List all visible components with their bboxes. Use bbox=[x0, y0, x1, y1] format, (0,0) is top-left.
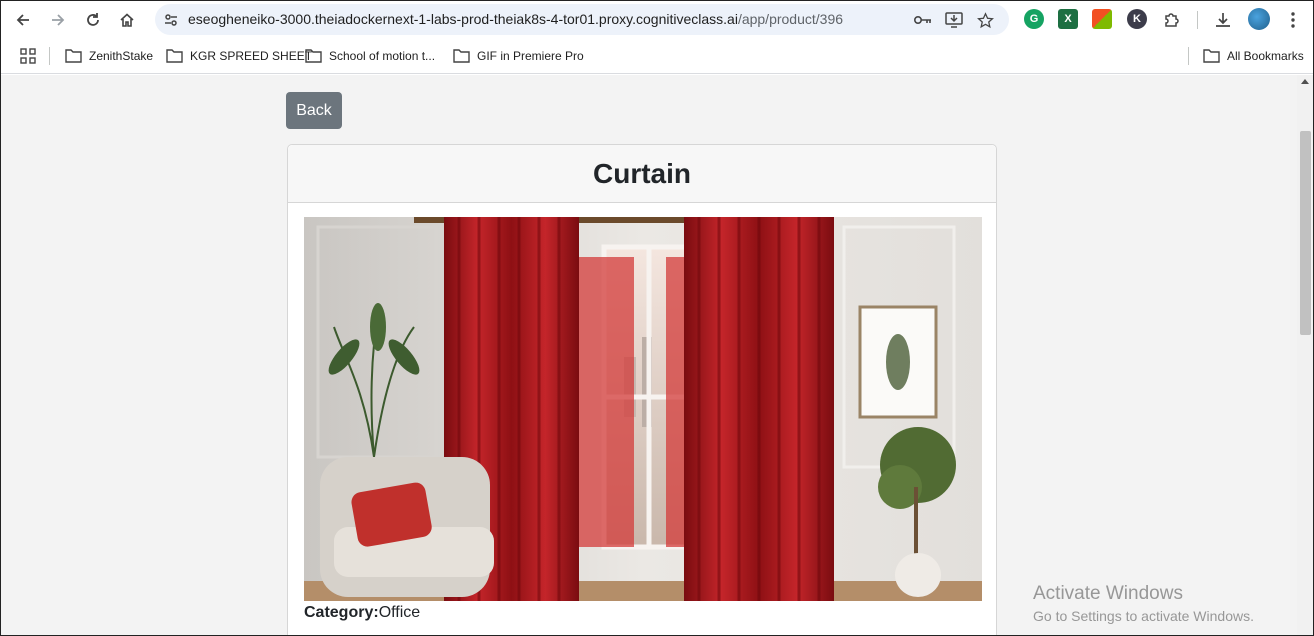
address-bar[interactable]: eseogheneiko-3000.theiadockernext-1-labs… bbox=[155, 4, 1009, 35]
download-icon[interactable] bbox=[1211, 8, 1235, 32]
card-header: Curtain bbox=[288, 145, 996, 203]
bookmark-zenithstake[interactable]: ZenithStake bbox=[65, 47, 153, 65]
folder-icon bbox=[1203, 49, 1220, 63]
bookmarks-bar: ZenithStake KGR SPREED SHEET School of m… bbox=[1, 38, 1313, 74]
folder-icon bbox=[305, 49, 322, 63]
product-category: Category:Office bbox=[304, 604, 420, 622]
spreadsheet-extension-icon[interactable]: X bbox=[1058, 9, 1078, 29]
windows-activation-watermark: Activate Windows Go to Settings to activ… bbox=[1033, 583, 1254, 624]
folder-icon bbox=[65, 49, 82, 63]
scroll-up-arrow-icon[interactable] bbox=[1301, 79, 1309, 84]
bookmark-star-icon[interactable] bbox=[973, 8, 997, 32]
vertical-scrollbar[interactable] bbox=[1297, 75, 1313, 635]
install-app-icon[interactable] bbox=[942, 8, 966, 32]
bookmark-kgr-spreed-sheet[interactable]: KGR SPREED SHEET bbox=[166, 47, 312, 65]
back-arrow-icon[interactable] bbox=[11, 8, 35, 32]
scroll-thumb[interactable] bbox=[1300, 131, 1311, 335]
extensions-puzzle-icon[interactable] bbox=[1160, 8, 1184, 32]
page-content: Back Curtain Category:Office Activate Wi… bbox=[1, 75, 1299, 635]
browser-toolbar: eseogheneiko-3000.theiadockernext-1-labs… bbox=[1, 1, 1313, 38]
category-label: Category: bbox=[304, 604, 379, 621]
back-button[interactable]: Back bbox=[286, 92, 342, 129]
folder-icon bbox=[166, 49, 183, 63]
bookmarks-divider bbox=[1188, 47, 1189, 65]
colorful-extension-icon[interactable] bbox=[1092, 9, 1112, 29]
k-extension-icon[interactable]: K bbox=[1127, 9, 1147, 29]
product-card: Curtain Category:Office bbox=[287, 144, 997, 635]
grammarly-extension-icon[interactable]: G bbox=[1024, 9, 1044, 29]
forward-arrow-icon[interactable] bbox=[46, 8, 70, 32]
folder-icon bbox=[453, 49, 470, 63]
browser-window: eseogheneiko-3000.theiadockernext-1-labs… bbox=[0, 0, 1314, 636]
bookmark-school-of-motion[interactable]: School of motion t... bbox=[305, 47, 435, 65]
password-key-icon[interactable] bbox=[911, 8, 935, 32]
category-value: Office bbox=[378, 604, 421, 621]
reload-icon[interactable] bbox=[81, 8, 105, 32]
menu-kebab-icon[interactable] bbox=[1281, 8, 1305, 32]
watermark-line-2: Go to Settings to activate Windows. bbox=[1033, 608, 1254, 624]
bookmarks-divider bbox=[49, 47, 50, 65]
product-image bbox=[304, 217, 982, 601]
product-title: Curtain bbox=[593, 157, 691, 189]
url-text[interactable]: eseogheneiko-3000.theiadockernext-1-labs… bbox=[188, 11, 843, 27]
bookmark-gif-premiere[interactable]: GIF in Premiere Pro bbox=[453, 47, 584, 65]
home-icon[interactable] bbox=[115, 8, 139, 32]
toolbar-divider bbox=[1197, 11, 1198, 29]
site-info-icon[interactable] bbox=[159, 8, 183, 32]
apps-grid-icon[interactable] bbox=[20, 47, 43, 65]
profile-avatar[interactable] bbox=[1248, 8, 1270, 30]
watermark-line-1: Activate Windows bbox=[1033, 583, 1183, 604]
all-bookmarks[interactable]: All Bookmarks bbox=[1203, 47, 1304, 65]
